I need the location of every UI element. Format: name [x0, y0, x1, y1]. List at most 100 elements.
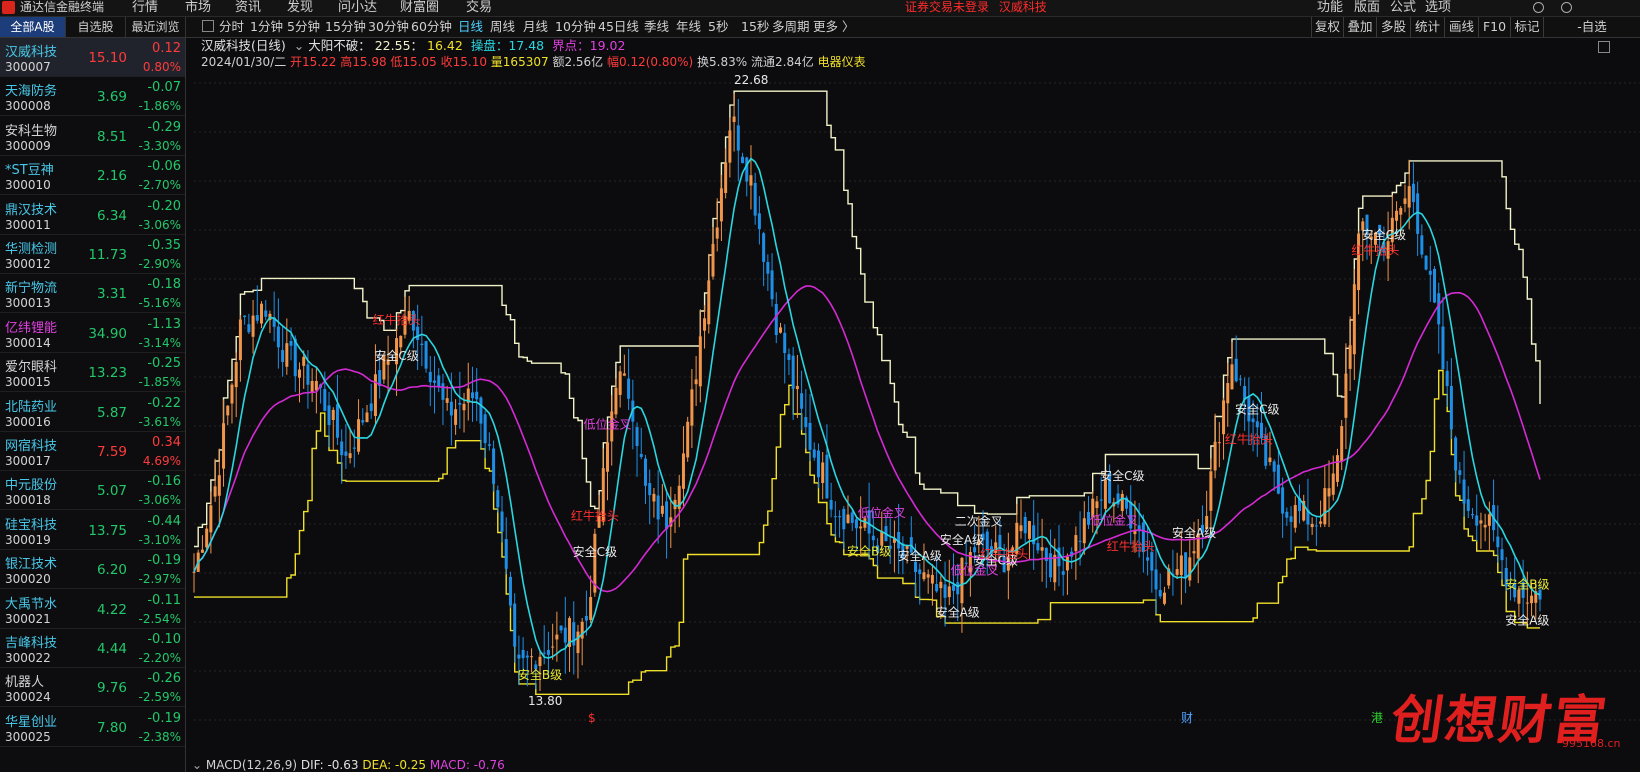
right-menu-2[interactable]: 公式: [1390, 0, 1416, 15]
tool-5[interactable]: F10: [1478, 17, 1510, 37]
menu-0[interactable]: 行情: [132, 0, 158, 15]
candle-body: [1036, 543, 1040, 551]
stock-row[interactable]: 中元股份 300018 5.07 -0.16 -3.06%: [0, 471, 185, 511]
settings-icon[interactable]: [1561, 2, 1572, 13]
chart-annotation: 低位金叉: [1090, 512, 1138, 527]
candle-body: [1082, 518, 1086, 544]
stock-row[interactable]: 银江技术 300020 6.20 -0.19 -2.97%: [0, 550, 185, 590]
period-2[interactable]: 5分钟: [287, 17, 320, 37]
period-8[interactable]: 月线: [523, 17, 548, 37]
tab-watchlist[interactable]: 自选股: [66, 17, 126, 37]
toggle-sidebar-icon[interactable]: [202, 20, 214, 32]
turnover-value: 换5.83%: [697, 55, 748, 69]
period-12[interactable]: 年线: [676, 17, 701, 37]
period-10[interactable]: 45日线: [598, 17, 639, 37]
period-9[interactable]: 10分钟: [555, 17, 596, 37]
menu-1[interactable]: 市场: [185, 0, 211, 15]
candle-body: [200, 549, 204, 553]
menu-6[interactable]: 交易: [466, 0, 492, 15]
candle-body: [226, 405, 230, 416]
tool-3[interactable]: 统计: [1410, 17, 1444, 37]
right-menu-0[interactable]: 功能: [1317, 0, 1343, 15]
macd-label[interactable]: MACD(12,26,9): [206, 758, 297, 772]
stock-row[interactable]: 网宿科技 300017 7.59 0.34 4.69%: [0, 432, 185, 471]
candle-body: [454, 409, 458, 425]
period-7[interactable]: 周线: [490, 17, 515, 37]
login-notice[interactable]: 证券交易未登录: [905, 0, 989, 14]
tool-0[interactable]: 复权: [1311, 17, 1343, 37]
candle-body: [559, 625, 563, 631]
tool-7[interactable]: -自选: [1543, 17, 1640, 37]
stock-row[interactable]: 亿纬锂能 300014 34.90 -1.13 -3.14%: [0, 314, 185, 353]
period-6[interactable]: 日线: [458, 17, 483, 37]
tool-4[interactable]: 画线: [1444, 17, 1478, 37]
stock-price: 13.23: [88, 365, 127, 382]
stock-code: 300019: [5, 532, 51, 547]
tool-2[interactable]: 多股: [1376, 17, 1410, 37]
tool-6[interactable]: 标记: [1510, 17, 1543, 37]
chart-annotation: 二次金叉: [955, 513, 1003, 528]
event-marker-cai: 财: [1181, 711, 1193, 725]
stock-row[interactable]: 安科生物 300009 8.51 -0.29 -3.30%: [0, 117, 185, 156]
period-16[interactable]: 更多 〉: [813, 17, 854, 37]
candle-body: [260, 303, 264, 324]
stock-change: -0.29: [147, 119, 181, 135]
stock-row[interactable]: 机器人 300024 9.76 -0.26 -2.59%: [0, 668, 185, 708]
candle-body: [416, 326, 420, 340]
stock-code: 300016: [5, 414, 51, 429]
kline-chart[interactable]: 红牛抬头安全C级红牛抬头安全C级低位金叉安全B级低位金叉安全B级 安全A级安全A级…: [186, 38, 1640, 772]
period-4[interactable]: 30分钟: [368, 17, 409, 37]
stock-row[interactable]: 大禹节水 300021 4.22 -0.11 -2.54%: [0, 590, 185, 629]
candle-body: [1327, 488, 1331, 497]
candle-body: [956, 582, 960, 595]
macd-dif: DIF: -0.63: [300, 758, 359, 772]
tab-all-a-shares[interactable]: 全部A股: [0, 17, 66, 37]
stock-code: 300021: [5, 611, 51, 626]
candle-body: [935, 584, 939, 592]
candle-body: [1281, 487, 1285, 514]
period-0[interactable]: 分时: [219, 17, 244, 37]
sector-value[interactable]: 电器仪表: [818, 55, 866, 69]
refresh-icon[interactable]: [1533, 2, 1544, 13]
stock-row[interactable]: 北陆药业 300016 5.87 -0.22 -3.61%: [0, 393, 185, 432]
candle-body: [804, 417, 808, 428]
period-3[interactable]: 15分钟: [325, 17, 366, 37]
stock-row[interactable]: 汉威科技 300007 15.10 0.12 0.80%: [0, 38, 185, 77]
candle-body: [555, 634, 559, 640]
menu-3[interactable]: 发现: [287, 0, 313, 15]
candle-body: [1411, 183, 1415, 203]
stock-row[interactable]: 吉峰科技 300022 4.44 -0.10 -2.20%: [0, 629, 185, 668]
stock-code: 300012: [5, 257, 51, 271]
tab-recent[interactable]: 最近浏览: [126, 17, 186, 37]
stock-change: -0.19: [147, 710, 181, 726]
candle-body: [1500, 549, 1504, 561]
period-15[interactable]: 多周期: [772, 17, 810, 37]
stock-row[interactable]: 新宁物流 300013 3.31 -0.18 -5.16%: [0, 274, 185, 314]
chart-settings-icon[interactable]: [1598, 41, 1610, 53]
stock-row[interactable]: 华测检测 300012 11.73 -0.35 -2.90%: [0, 235, 185, 274]
period-11[interactable]: 季线: [644, 17, 669, 37]
stock-row[interactable]: *ST豆神 300010 2.16 -0.06 -2.70%: [0, 156, 185, 196]
period-13[interactable]: 5秒: [708, 17, 728, 37]
stock-row[interactable]: 硅宝科技 300019 13.75 -0.44 -3.10%: [0, 511, 185, 550]
indicator-dropdown-icon[interactable]: ⌄: [294, 38, 304, 53]
menu-5[interactable]: 财富圈: [400, 0, 439, 15]
period-14[interactable]: 15秒: [741, 17, 769, 37]
stock-row[interactable]: 华星创业 300025 7.80 -0.19 -2.38%: [0, 708, 185, 747]
right-menu-1[interactable]: 版面: [1354, 0, 1380, 15]
menu-2[interactable]: 资讯: [235, 0, 261, 15]
stock-name: 中元股份: [5, 478, 58, 494]
stock-row[interactable]: 鼎汉技术 300011 6.34 -0.20 -3.06%: [0, 196, 185, 235]
right-menu-3[interactable]: 选项: [1425, 0, 1451, 15]
chart-annotation: 红牛抬头: [571, 508, 619, 523]
tool-1[interactable]: 叠加: [1343, 17, 1376, 37]
candle-body: [1289, 516, 1293, 522]
candle-body: [838, 516, 842, 518]
menu-4[interactable]: 问小达: [338, 0, 377, 15]
stock-code: 300010: [5, 178, 51, 193]
period-5[interactable]: 60分钟: [411, 17, 452, 37]
stock-row[interactable]: 爱尔眼科 300015 13.23 -0.25 -1.85%: [0, 353, 185, 393]
period-1[interactable]: 1分钟: [250, 17, 283, 37]
stock-row[interactable]: 天海防务 300008 3.69 -0.07 -1.86%: [0, 77, 185, 117]
macd-dropdown-icon[interactable]: ⌄: [192, 758, 202, 772]
